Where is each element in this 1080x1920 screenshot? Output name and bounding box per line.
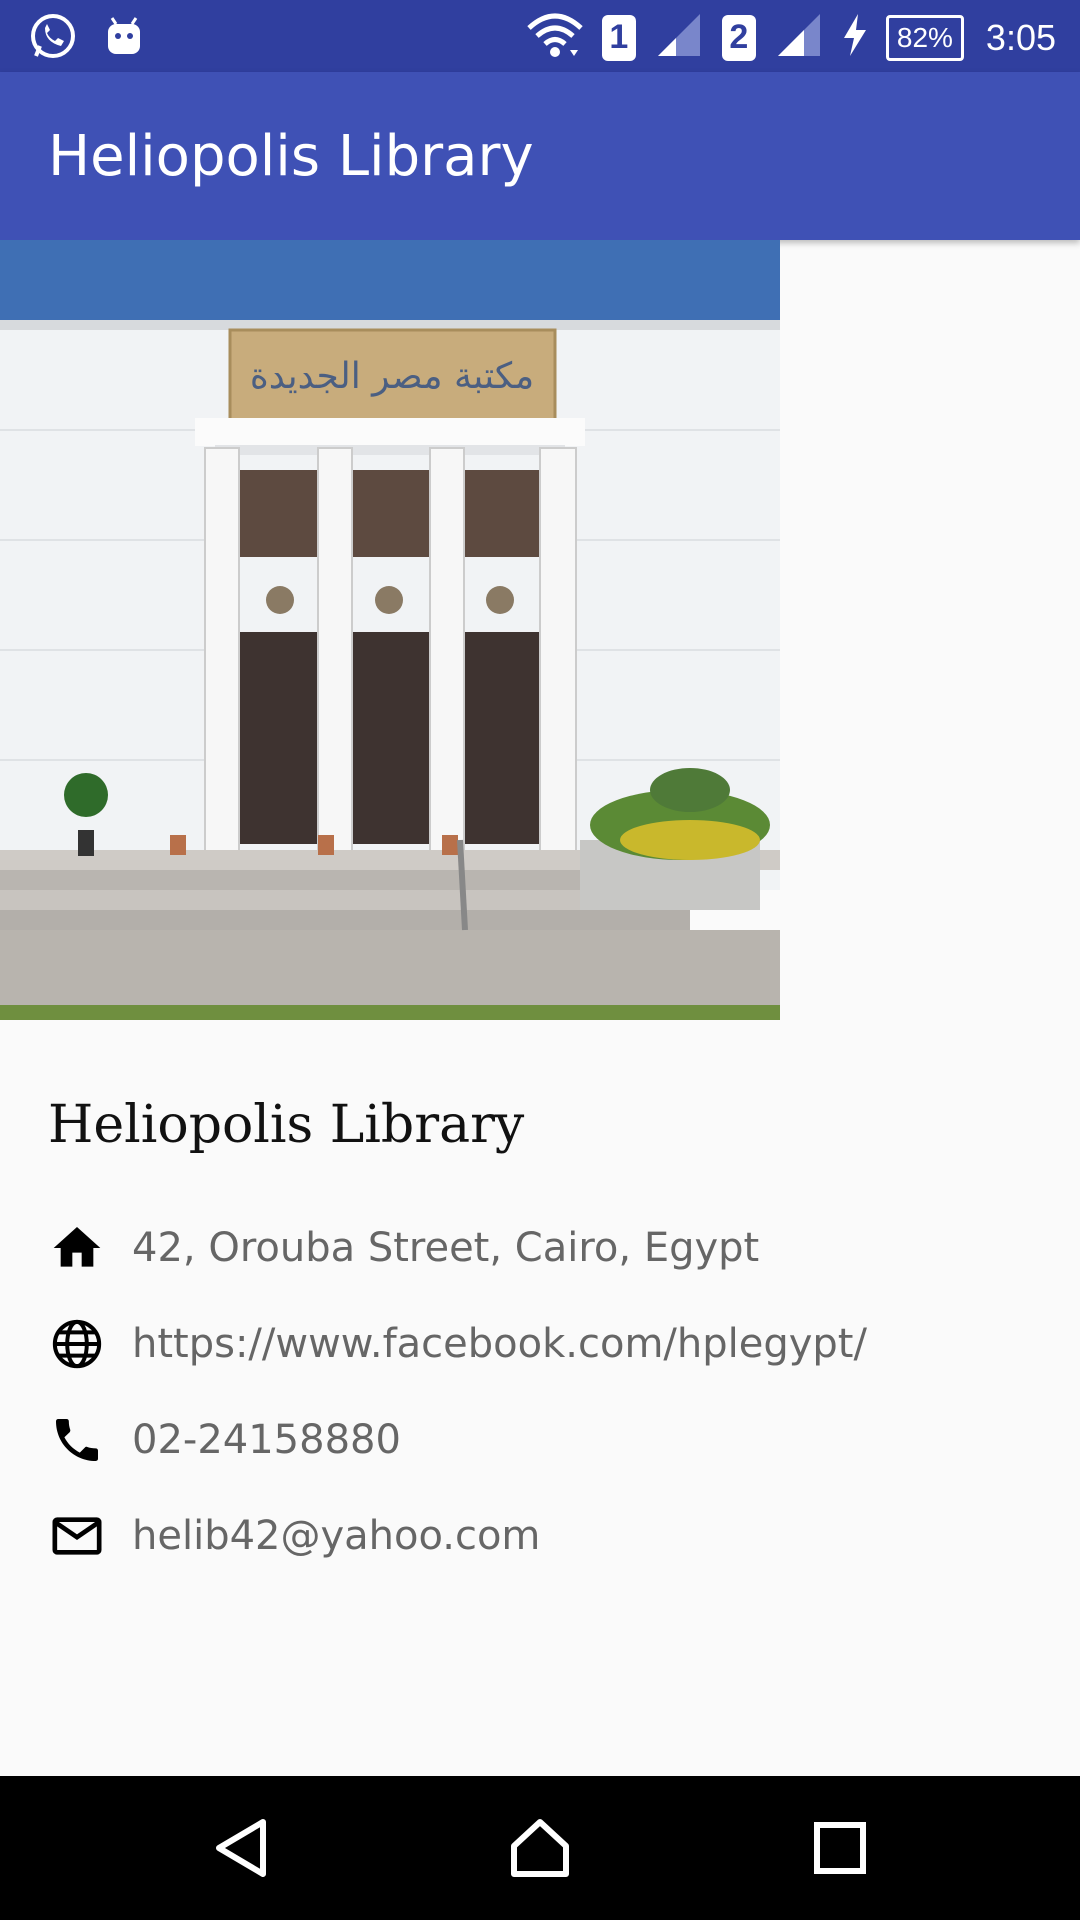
mail-icon bbox=[48, 1507, 106, 1565]
phone-row[interactable]: 02-24158880 bbox=[48, 1405, 401, 1475]
address-row[interactable]: 42, Orouba Street, Cairo, Egypt bbox=[48, 1213, 759, 1283]
phone-number: 02-24158880 bbox=[132, 1417, 401, 1463]
sim1-badge: 1 bbox=[601, 14, 636, 61]
globe-icon bbox=[48, 1315, 106, 1373]
battery-indicator: 82% bbox=[885, 14, 964, 61]
whatsapp-icon bbox=[28, 12, 78, 67]
wifi-icon bbox=[526, 10, 584, 65]
back-button[interactable] bbox=[199, 1806, 283, 1890]
clock: 3:05 bbox=[985, 16, 1056, 58]
sim2-badge: 2 bbox=[721, 14, 756, 61]
home-button[interactable] bbox=[498, 1806, 582, 1890]
home-icon bbox=[511, 1819, 569, 1877]
library-details: Heliopolis Library 42, Orouba Street, Ca… bbox=[48, 1095, 1040, 1559]
signal-icon bbox=[774, 10, 824, 65]
email-row[interactable]: helib42@yahoo.com bbox=[48, 1501, 540, 1571]
place-name: Heliopolis Library bbox=[48, 1095, 525, 1155]
app-bar: Heliopolis Library bbox=[0, 72, 1080, 240]
recents-icon bbox=[814, 1822, 866, 1874]
recents-button[interactable] bbox=[798, 1806, 882, 1890]
android-icon bbox=[104, 12, 144, 67]
charging-icon bbox=[842, 14, 868, 61]
home-icon bbox=[48, 1219, 106, 1277]
email-address: helib42@yahoo.com bbox=[132, 1513, 541, 1559]
app-title: Heliopolis Library bbox=[48, 124, 534, 189]
address-text: 42, Orouba Street, Cairo, Egypt bbox=[132, 1225, 760, 1271]
library-photo: مكتبة مصر الجديدة bbox=[0, 240, 780, 1020]
navigation-bar bbox=[0, 1776, 1080, 1920]
website-link: https://www.facebook.com/hplegypt/ bbox=[132, 1321, 867, 1367]
website-row[interactable]: https://www.facebook.com/hplegypt/ bbox=[48, 1309, 867, 1379]
signal-icon bbox=[654, 10, 704, 65]
back-icon bbox=[216, 1819, 266, 1877]
status-bar: 1 2 82% 3:05 bbox=[0, 0, 1080, 72]
phone-icon bbox=[48, 1411, 106, 1469]
sign-text: مكتبة مصر الجديدة bbox=[250, 356, 534, 397]
